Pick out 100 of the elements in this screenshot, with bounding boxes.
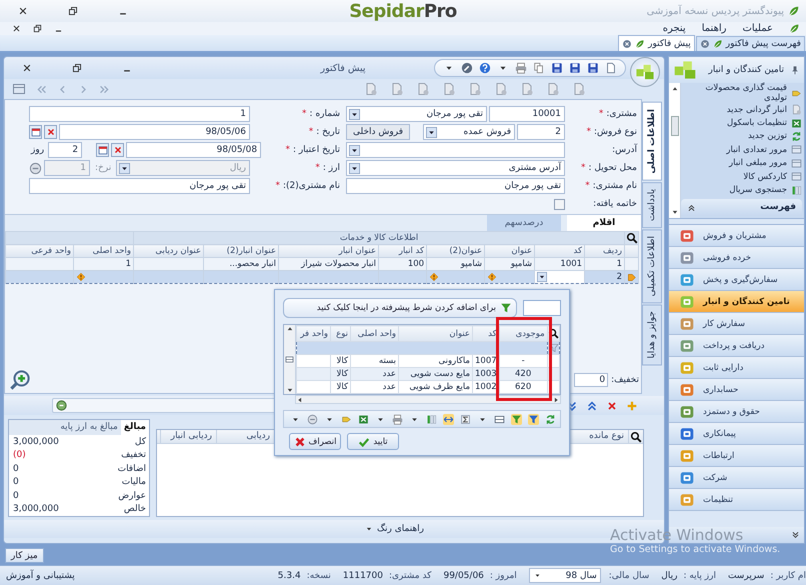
restore-icon[interactable]: [33, 24, 42, 33]
table-row[interactable]: 2: [6, 270, 639, 284]
table-cell[interactable]: [426, 270, 485, 284]
scroll-down-icon[interactable]: [670, 208, 678, 216]
table-cell[interactable]: [204, 270, 279, 284]
print-icon[interactable]: [392, 414, 403, 424]
spreadsheet-icon[interactable]: [358, 414, 369, 424]
column-header[interactable]: عنوان: [398, 326, 472, 342]
column-header[interactable]: عنوان انبار: [278, 244, 379, 258]
section-title[interactable]: فهرست: [760, 202, 796, 212]
cancel-button[interactable]: انصراف: [289, 433, 341, 450]
menu-item[interactable]: راهنما: [702, 23, 726, 34]
column-header[interactable]: عنوان: [484, 244, 535, 258]
clear-button[interactable]: [44, 125, 57, 139]
filter-icon[interactable]: [511, 414, 522, 424]
filter-hint-bar[interactable]: برای اضافه کردن شرط پیشرفته در اینجا کلیک کنید: [283, 298, 517, 318]
collapse-icon[interactable]: [687, 202, 696, 212]
new-document-icon[interactable]: [605, 62, 617, 74]
table-cell[interactable]: [278, 270, 379, 284]
text-field[interactable]: تقی پور مرجان: [346, 178, 565, 194]
date-field[interactable]: 98/05/08: [126, 142, 262, 158]
search-icon[interactable]: [630, 430, 642, 442]
pin-icon[interactable]: [790, 65, 800, 75]
column-header[interactable]: کد: [534, 244, 585, 258]
scroll-up-icon[interactable]: [670, 85, 678, 93]
desktop-button[interactable]: میز کار: [5, 548, 44, 563]
task-link[interactable]: انبار گردانی جدید: [726, 104, 787, 115]
print-icon[interactable]: [515, 62, 527, 74]
totals-tab[interactable]: مبالغ: [120, 420, 149, 435]
column-header[interactable]: موجودی: [499, 326, 548, 342]
scroll-up-icon[interactable]: [286, 325, 294, 333]
grid-icon[interactable]: [12, 82, 26, 96]
calendar-button[interactable]: [96, 143, 110, 157]
side-tab[interactable]: اطلاعات اصلی: [642, 102, 662, 181]
dropdown-field[interactable]: آدرس مشتری: [346, 160, 565, 176]
filter-icon[interactable]: [528, 414, 539, 424]
task-link[interactable]: مرور تعدادی انبار: [726, 144, 787, 155]
calendar-button[interactable]: [29, 125, 42, 139]
support-link[interactable]: پشتیبانی و آموزش: [6, 570, 75, 580]
name-dropdown[interactable]: تقی پور مرجان: [346, 106, 487, 122]
column-header[interactable]: واحد اصلی: [350, 326, 398, 342]
module-button[interactable]: پیمانکاری: [669, 423, 804, 445]
search-icon[interactable]: [626, 232, 638, 244]
color-guide-label[interactable]: راهنمای رنگ: [376, 524, 424, 534]
module-button[interactable]: تنظیمات: [669, 489, 804, 511]
restore-icon[interactable]: [68, 6, 78, 16]
column-header[interactable]: ردیابی انبار: [160, 430, 216, 443]
module-button[interactable]: مشتریان و فروش: [669, 225, 804, 247]
task-link[interactable]: توزین جدید: [748, 131, 787, 142]
module-button[interactable]: خرده فروشی: [669, 247, 804, 269]
module-button[interactable]: سفارش‌گیری و پخش: [669, 269, 804, 291]
text-field[interactable]: تقی پور مرجان: [29, 178, 250, 194]
code-field[interactable]: 10001: [489, 106, 565, 122]
move-up-icon[interactable]: [586, 400, 598, 412]
tools-icon[interactable]: [461, 62, 473, 74]
help-icon[interactable]: [479, 62, 491, 74]
document-tab[interactable]: فهرست پیش فاکتور: [696, 36, 805, 51]
dropdown-field[interactable]: [346, 142, 565, 158]
menu-item[interactable]: عملیات: [742, 23, 773, 34]
table-cell[interactable]: [378, 270, 427, 284]
totals-tab[interactable]: مبالغ به ارز پایه: [57, 420, 121, 435]
text-field[interactable]: 1: [29, 106, 250, 122]
fit-width-icon[interactable]: [443, 414, 454, 424]
document-tab[interactable]: پیش فاکتور: [618, 35, 695, 51]
save-icon[interactable]: [569, 62, 581, 74]
column-header[interactable]: عنوان انبار(2): [204, 244, 279, 258]
module-button[interactable]: ارتباطات: [669, 445, 804, 467]
save-icon[interactable]: [551, 62, 563, 74]
task-link[interactable]: مرور مبلغی انبار: [729, 158, 787, 168]
task-link[interactable]: تنظیمات باسکول: [726, 118, 787, 128]
delete-icon[interactable]: [606, 400, 618, 412]
restore-icon[interactable]: [72, 63, 82, 73]
side-tab[interactable]: یادداشت: [642, 182, 662, 228]
module-button[interactable]: دریافت و پرداخت: [669, 335, 804, 357]
table-cell[interactable]: [74, 270, 134, 284]
table-cell[interactable]: [534, 270, 585, 284]
close-icon[interactable]: [22, 63, 32, 73]
module-button[interactable]: حسابداری: [669, 379, 804, 401]
column-header[interactable]: واحد فرعی: [6, 244, 74, 258]
module-button[interactable]: سفارش کار: [669, 313, 804, 335]
table-cell[interactable]: [6, 270, 74, 284]
scroll-down-icon[interactable]: [286, 386, 294, 394]
column-header[interactable]: نوع: [330, 326, 350, 342]
column-header[interactable]: عنوان(2): [426, 244, 485, 258]
expand-icon[interactable]: [791, 530, 800, 540]
column-header[interactable]: واحد اصلی: [74, 244, 134, 258]
table-cell[interactable]: [134, 270, 204, 284]
table-cell[interactable]: [484, 270, 535, 284]
horizontal-scrollbar[interactable]: [295, 395, 561, 404]
side-tab[interactable]: اطلاعات تکمیلی: [642, 228, 662, 304]
task-link[interactable]: جستجوی سریال: [729, 185, 787, 196]
days-field[interactable]: 2: [48, 142, 82, 158]
module-button[interactable]: حقوق و دستمزد: [669, 401, 804, 423]
module-button[interactable]: شرکت: [669, 467, 804, 489]
circle-icon[interactable]: [307, 414, 318, 424]
date-field[interactable]: 98/05/06: [59, 124, 250, 140]
module-button[interactable]: تامین کنندگان و انبار: [669, 291, 804, 313]
clear-button[interactable]: [111, 143, 124, 157]
column-header[interactable]: عنوان ردیابی: [134, 244, 204, 258]
zoom-in-icon[interactable]: [9, 369, 31, 391]
